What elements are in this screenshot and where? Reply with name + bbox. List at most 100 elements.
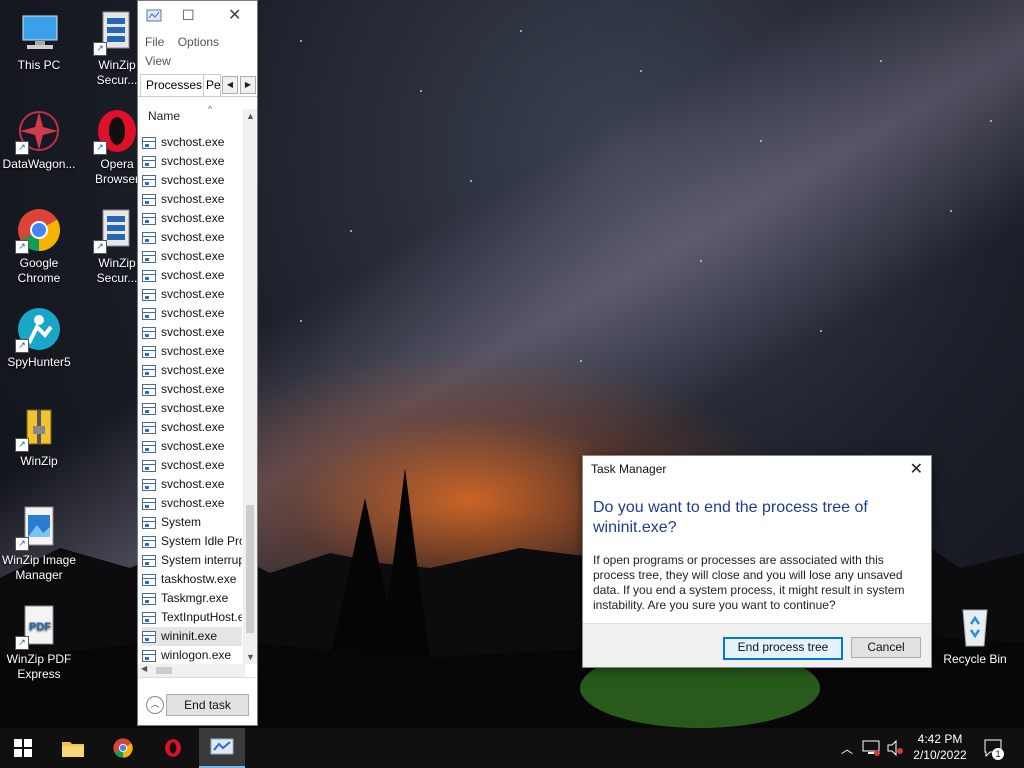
chrome-icon [113, 738, 133, 758]
process-icon [142, 174, 156, 187]
process-row[interactable]: svchost.exe [142, 437, 242, 456]
process-row[interactable]: svchost.exe [142, 190, 242, 209]
desktop-icon-datawagon[interactable]: ↗ DataWagon... [0, 107, 78, 172]
process-row[interactable]: svchost.exe [142, 475, 242, 494]
process-row[interactable]: svchost.exe [142, 342, 242, 361]
fewer-details-icon[interactable]: ︿ [146, 696, 164, 714]
sort-indicator-icon: ^ [208, 104, 213, 114]
process-icon [142, 459, 156, 472]
column-header-name[interactable]: Name [148, 109, 180, 123]
desktop-icon-recycle-bin[interactable]: Recycle Bin [936, 602, 1014, 667]
desktop-icon-winzip-pdf[interactable]: PDF ↗ WinZip PDF Express [0, 602, 78, 682]
taskbar-opera[interactable] [150, 728, 196, 768]
process-name: taskhostw.exe [161, 572, 237, 586]
process-icon [142, 516, 156, 529]
volume-muted-icon[interactable] [884, 728, 906, 768]
process-row[interactable]: svchost.exe [142, 133, 242, 152]
process-row[interactable]: svchost.exe [142, 456, 242, 475]
tab-scroll-left-icon[interactable]: ◀ [222, 76, 238, 94]
process-row[interactable]: svchost.exe [142, 361, 242, 380]
process-row[interactable]: svchost.exe [142, 494, 242, 513]
menu-view[interactable]: View [145, 54, 171, 68]
scroll-up-icon[interactable]: ▲ [246, 111, 255, 121]
process-name: svchost.exe [161, 230, 225, 244]
tab-performance[interactable]: Pe [203, 74, 221, 96]
process-row[interactable]: svchost.exe [142, 418, 242, 437]
process-row[interactable]: svchost.exe [142, 304, 242, 323]
start-icon [14, 739, 32, 757]
process-icon [142, 155, 156, 168]
cancel-button[interactable]: Cancel [851, 637, 921, 658]
show-hidden-icons-chevron-icon[interactable]: ︿ [838, 728, 856, 768]
this-pc-icon [15, 8, 63, 56]
process-row[interactable]: svchost.exe [142, 209, 242, 228]
horizontal-scrollbar[interactable]: ◀ [138, 664, 245, 677]
close-icon[interactable]: ✕ [228, 5, 241, 25]
process-row[interactable]: System [142, 513, 242, 532]
desktop-icon-spyhunter[interactable]: ↗ SpyHunter5 [0, 305, 78, 370]
opera-icon: ↗ [93, 107, 141, 155]
process-icon [142, 231, 156, 244]
process-row[interactable]: taskhostw.exe [142, 570, 242, 589]
menu-bar: File Options View [138, 31, 257, 73]
close-icon[interactable]: ✕ [910, 459, 923, 479]
maximize-icon[interactable]: ☐ [182, 7, 195, 24]
shortcut-arrow-icon: ↗ [93, 240, 107, 254]
process-icon [142, 136, 156, 149]
process-name: System [161, 515, 202, 529]
process-icon [142, 326, 156, 339]
shortcut-arrow-icon: ↗ [15, 240, 29, 254]
clock-time: 4:42 PM [917, 732, 963, 746]
process-row[interactable]: svchost.exe [142, 171, 242, 190]
process-row[interactable]: svchost.exe [142, 399, 242, 418]
tab-processes[interactable]: Processes [140, 74, 209, 96]
taskbar-file-explorer[interactable] [50, 728, 96, 768]
menu-file[interactable]: File [145, 35, 164, 49]
process-name: wininit.exe [161, 629, 218, 643]
process-row[interactable]: svchost.exe [142, 380, 242, 399]
desktop-icon-winzip[interactable]: ↗ WinZip [0, 404, 78, 469]
tab-scroll-right-icon[interactable]: ▶ [240, 76, 256, 94]
end-task-button[interactable]: End task [166, 694, 249, 716]
end-process-tree-dialog: Task Manager ✕ Do you want to end the pr… [582, 455, 932, 668]
network-icon[interactable] [860, 728, 882, 768]
process-row[interactable]: winlogon.exe [142, 646, 242, 663]
winzip-icon: ↗ [15, 404, 63, 452]
scroll-thumb[interactable] [246, 505, 254, 633]
notifications-icon[interactable]: 1 [982, 728, 1006, 768]
process-row[interactable]: svchost.exe [142, 266, 242, 285]
process-row[interactable]: TextInputHost.e [142, 608, 242, 627]
recycle-bin-icon [951, 602, 999, 650]
process-row[interactable]: svchost.exe [142, 285, 242, 304]
winzip-pdf-icon: PDF ↗ [15, 602, 63, 650]
start-button[interactable] [0, 728, 46, 768]
system-clock[interactable]: 4:42 PM 2/10/2022 [905, 731, 975, 763]
taskbar-task-manager[interactable] [199, 728, 245, 768]
end-process-tree-button[interactable]: End process tree [723, 637, 843, 660]
menu-options[interactable]: Options [178, 35, 219, 49]
process-row[interactable]: Taskmgr.exe [142, 589, 242, 608]
process-name: svchost.exe [161, 192, 225, 206]
desktop-icon-this-pc[interactable]: This PC [0, 8, 78, 73]
vertical-scrollbar[interactable]: ▲ ▼ [243, 109, 257, 664]
taskbar-chrome[interactable] [100, 728, 146, 768]
scroll-left-icon[interactable]: ◀ [141, 664, 147, 673]
process-icon [142, 611, 156, 624]
process-row[interactable]: svchost.exe [142, 152, 242, 171]
process-row[interactable]: wininit.exe [142, 627, 242, 646]
process-row[interactable]: System interrup [142, 551, 242, 570]
process-icon [142, 269, 156, 282]
scroll-down-icon[interactable]: ▼ [246, 652, 255, 662]
process-name: svchost.exe [161, 382, 225, 396]
process-row[interactable]: System Idle Pro [142, 532, 242, 551]
process-row[interactable]: svchost.exe [142, 247, 242, 266]
desktop-icon-winzip-image-manager[interactable]: ↗ WinZip Image Manager [0, 503, 78, 583]
process-icon [142, 383, 156, 396]
process-list: svchost.exe svchost.exe svchost.exe svchost… [142, 133, 242, 663]
opera-icon [165, 739, 181, 757]
desktop-icon-chrome[interactable]: ↗ Google Chrome [0, 206, 78, 286]
process-row[interactable]: svchost.exe [142, 228, 242, 247]
process-name: svchost.exe [161, 268, 225, 282]
horizontal-scroll-thumb[interactable] [156, 667, 172, 674]
process-row[interactable]: svchost.exe [142, 323, 242, 342]
